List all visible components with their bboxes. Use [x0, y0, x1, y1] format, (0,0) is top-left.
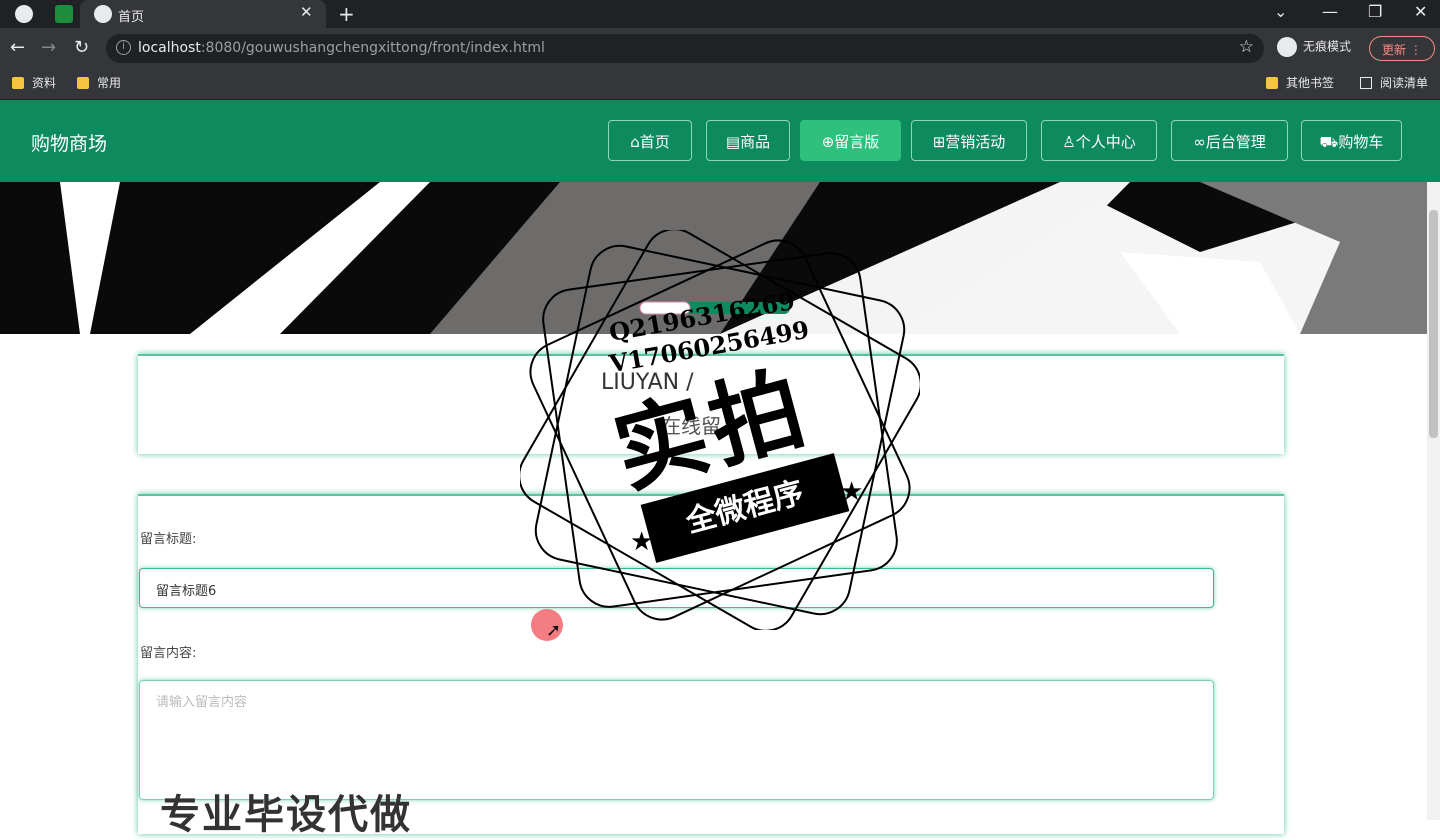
new-tab-icon[interactable]: +: [338, 2, 355, 26]
bookmark-folder[interactable]: 资料: [12, 74, 56, 91]
update-button[interactable]: 更新 ⋮: [1369, 36, 1435, 61]
url-text: localhost:8080/gouwushangchengxittong/fr…: [138, 40, 545, 56]
restore-icon[interactable]: ❐: [1368, 2, 1382, 21]
incognito-icon: [1277, 37, 1297, 57]
sheet-icon[interactable]: [55, 5, 73, 23]
nav-promotions[interactable]: ⊞营销活动: [911, 120, 1027, 161]
folder-icon: [12, 77, 24, 89]
incognito-indicator[interactable]: 无痕模式: [1277, 37, 1351, 57]
close-window-icon[interactable]: ✕: [1414, 2, 1427, 21]
nav-products[interactable]: ▤商品: [706, 120, 790, 161]
watermark-text: 专业毕设代做: [160, 792, 412, 838]
mouse-cursor-icon: ➚: [546, 620, 562, 641]
site-logo[interactable]: 购物商场: [31, 129, 107, 156]
reload-icon[interactable]: ↻: [74, 37, 89, 58]
title-label: 留言标题:: [140, 532, 197, 547]
minimize-icon[interactable]: —: [1322, 2, 1338, 21]
reading-list[interactable]: 阅读清单: [1360, 74, 1428, 91]
nav-admin[interactable]: ∞后台管理: [1171, 120, 1288, 161]
globe-icon[interactable]: [15, 5, 33, 23]
other-bookmarks[interactable]: 其他书签: [1266, 74, 1334, 91]
folder-icon: [1266, 77, 1278, 89]
bookmark-folder[interactable]: 常用: [77, 74, 121, 91]
back-icon[interactable]: ←: [10, 37, 25, 58]
bookmarks-bar: 资料 常用 其他书签 阅读清单: [0, 68, 1440, 100]
nav-home[interactable]: ⌂首页: [608, 120, 692, 161]
address-bar-row: ← → ↻ i localhost:8080/gouwushangchengxi…: [0, 28, 1440, 68]
title-input[interactable]: 留言标题6: [139, 568, 1214, 608]
nav-cart[interactable]: ⛟购物车: [1301, 120, 1402, 161]
site-header: 购物商场 ⌂首页 ▤商品 ⊕留言版 ⊞营销活动 ♙个人中心 ∞后台管理 ⛟购物车: [0, 100, 1440, 182]
tab-title: 首页: [118, 10, 145, 25]
page-scrollbar[interactable]: [1427, 182, 1440, 820]
folder-icon: [77, 77, 89, 89]
nav-profile[interactable]: ♙个人中心: [1041, 120, 1157, 161]
close-icon[interactable]: ✕: [300, 3, 313, 21]
chevron-down-icon[interactable]: ⌄: [1274, 2, 1287, 21]
browser-tabbar: 首页 ✕ + ⌄ — ❐ ✕: [0, 0, 1440, 28]
star-icon[interactable]: ☆: [1239, 37, 1254, 57]
active-tab[interactable]: 首页 ✕: [80, 0, 326, 28]
forward-icon[interactable]: →: [41, 37, 56, 58]
reading-list-icon: [1360, 77, 1372, 89]
info-icon[interactable]: i: [116, 40, 131, 55]
scrollbar-thumb[interactable]: [1429, 210, 1438, 438]
content-label: 留言内容:: [140, 646, 197, 661]
globe-icon: [94, 5, 112, 23]
nav-message-board[interactable]: ⊕留言版: [800, 120, 901, 161]
url-input[interactable]: i localhost:8080/gouwushangchengxittong/…: [106, 34, 1264, 63]
